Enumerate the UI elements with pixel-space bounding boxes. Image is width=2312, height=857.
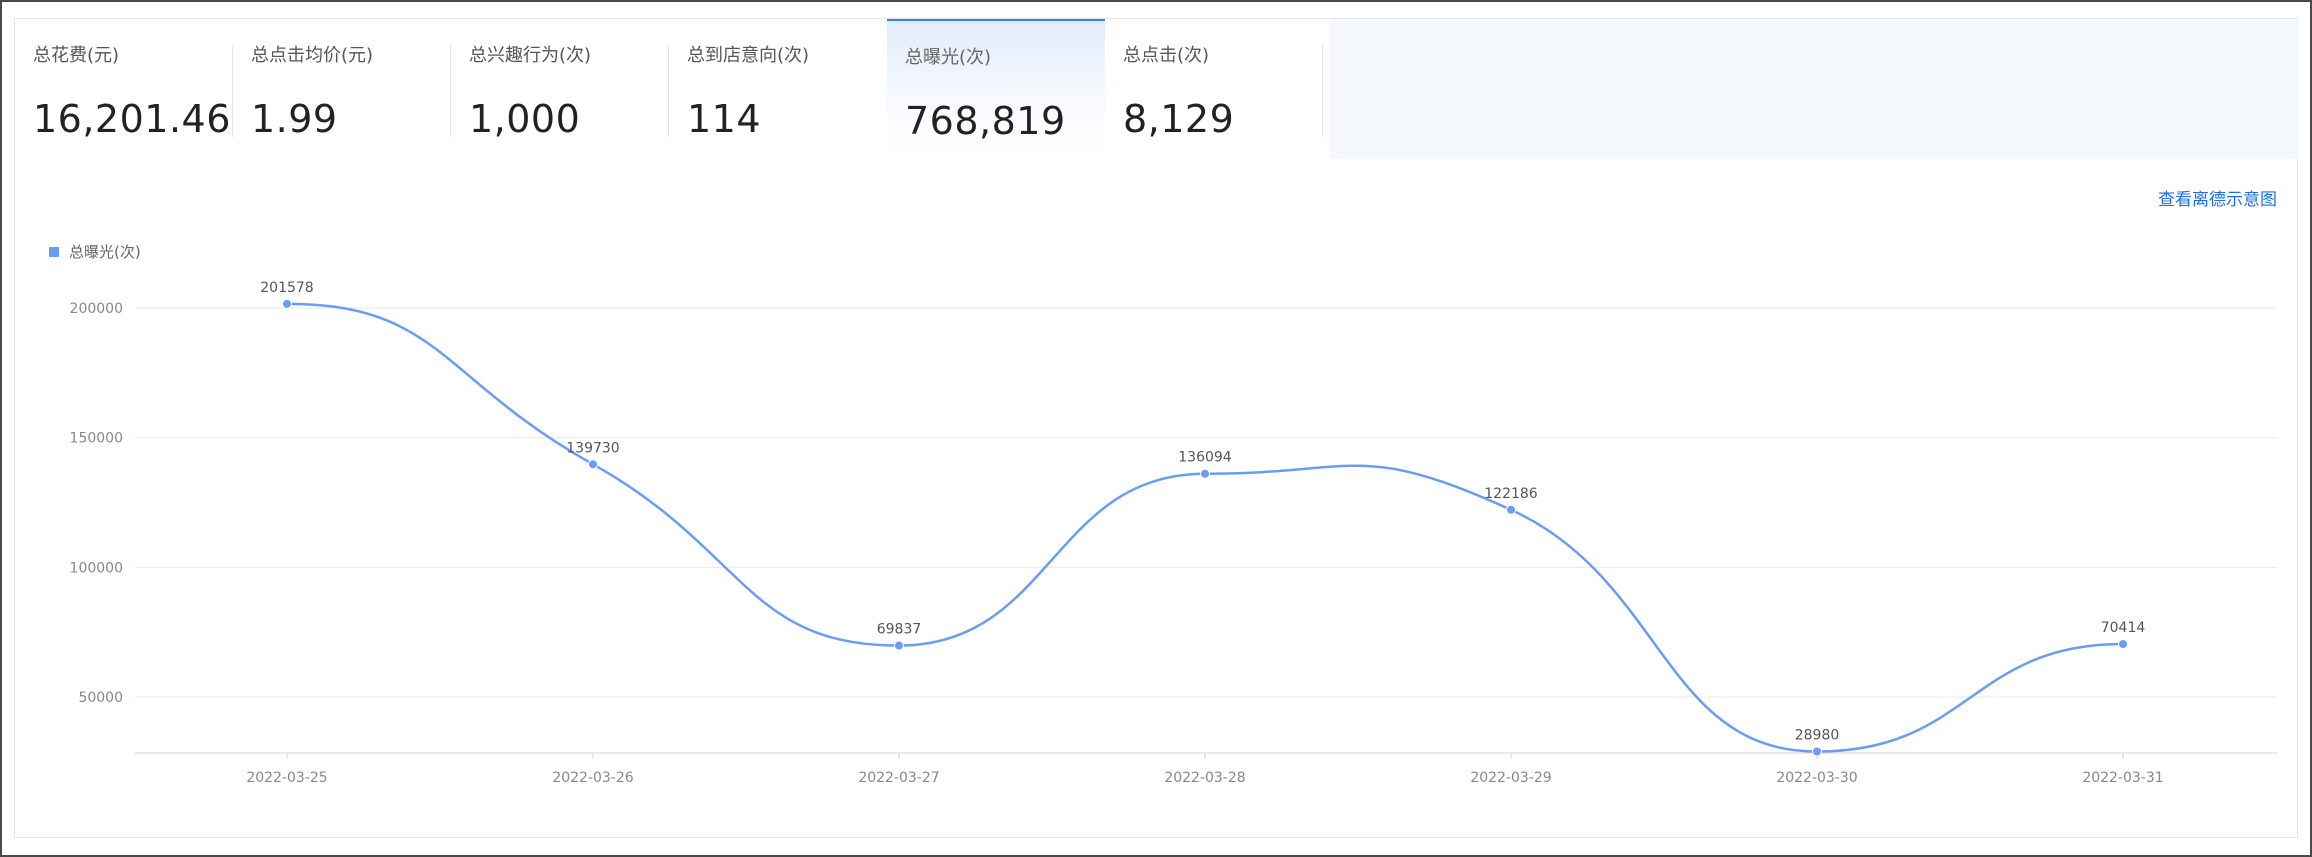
window-frame: 总花费(元) 16,201.46 总点击均价(元) 1.99 总兴趣行为(次) … [0, 0, 2312, 857]
y-tick-label: 100000 [70, 560, 123, 576]
x-tick-label: 2022-03-26 [552, 770, 633, 786]
data-label: 201578 [260, 280, 313, 296]
data-label: 70414 [2101, 620, 2146, 636]
y-tick-label: 50000 [78, 690, 123, 706]
y-tick-label: 200000 [70, 301, 123, 317]
x-tick-label: 2022-03-27 [858, 770, 939, 786]
data-point[interactable] [2118, 639, 2128, 650]
report-panel: 总花费(元) 16,201.46 总点击均价(元) 1.99 总兴趣行为(次) … [14, 18, 2299, 838]
data-label: 69837 [877, 622, 922, 638]
chart-points[interactable] [282, 298, 2128, 757]
data-point[interactable] [1812, 746, 1822, 757]
data-point[interactable] [1200, 468, 1210, 479]
data-point[interactable] [282, 298, 292, 309]
data-label: 122186 [1484, 486, 1538, 502]
data-label: 139730 [566, 440, 619, 456]
y-tick-label: 150000 [70, 431, 123, 447]
x-tick-label: 2022-03-30 [1776, 770, 1857, 786]
x-tick-label: 2022-03-28 [1164, 770, 1245, 786]
data-point[interactable] [894, 640, 904, 651]
data-point[interactable] [1506, 504, 1516, 515]
x-tick-label: 2022-03-25 [246, 770, 327, 786]
exposure-line-chart: 200000 150000 100000 50000 2022-03-25 2022-03… [70, 280, 2277, 786]
x-tick-label: 2022-03-29 [1470, 770, 1551, 786]
x-tick-label: 2022-03-31 [2082, 770, 2163, 786]
data-label: 136094 [1178, 450, 1232, 466]
data-label: 28980 [1795, 728, 1840, 744]
chart-data-labels: 201578 139730 69837 136094 122186 28980 70414 [260, 280, 2145, 744]
chart-series [286, 302, 2124, 753]
data-point[interactable] [588, 459, 598, 470]
exposure-series-line [286, 302, 2124, 753]
